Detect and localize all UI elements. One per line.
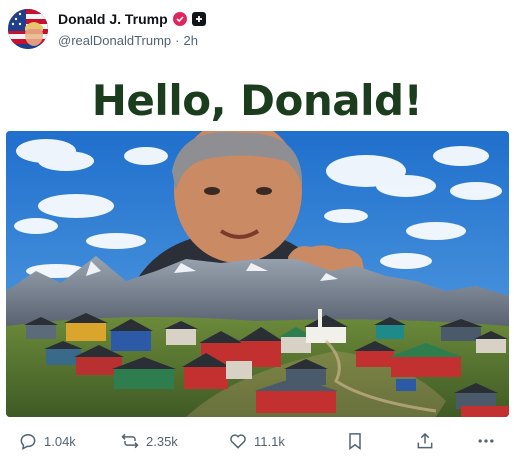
repost-icon (121, 433, 139, 449)
bookmark-icon (349, 433, 361, 450)
post-card[interactable]: Donald J. Trump @realDonaldTrump · 2h He… (0, 0, 514, 468)
like-count: 11.1k (254, 433, 285, 449)
verified-badge-icon (172, 12, 187, 26)
like-button[interactable]: 11.1k (228, 431, 285, 451)
reply-count: 1.04k (44, 433, 76, 449)
avatar[interactable] (8, 9, 48, 49)
author-name[interactable]: Donald J. Trump (58, 11, 168, 27)
separator-dot: · (175, 33, 180, 48)
author-handle[interactable]: @realDonaldTrump (58, 33, 171, 48)
repost-count: 2.35k (146, 433, 178, 449)
post-time[interactable]: 2h (184, 33, 198, 48)
repost-button[interactable]: 2.35k (120, 431, 178, 451)
reply-icon (20, 433, 36, 450)
post-media-image[interactable] (6, 131, 509, 417)
heart-icon (230, 434, 246, 449)
post-headline: Hello, Donald! (91, 76, 423, 125)
share-icon (417, 432, 433, 449)
author-row: Donald J. Trump (58, 11, 206, 27)
plus-badge-icon (191, 12, 206, 26)
more-button[interactable] (476, 431, 496, 451)
scene-illustration (6, 131, 509, 417)
action-bar: 1.04k 2.35k 11.1k (0, 428, 514, 458)
flag-avatar-image (8, 9, 48, 49)
reply-button[interactable]: 1.04k (18, 431, 76, 451)
share-button[interactable] (415, 431, 435, 451)
more-icon (478, 439, 494, 443)
bookmark-button[interactable] (345, 431, 365, 451)
handle-row: @realDonaldTrump · 2h (58, 33, 198, 48)
